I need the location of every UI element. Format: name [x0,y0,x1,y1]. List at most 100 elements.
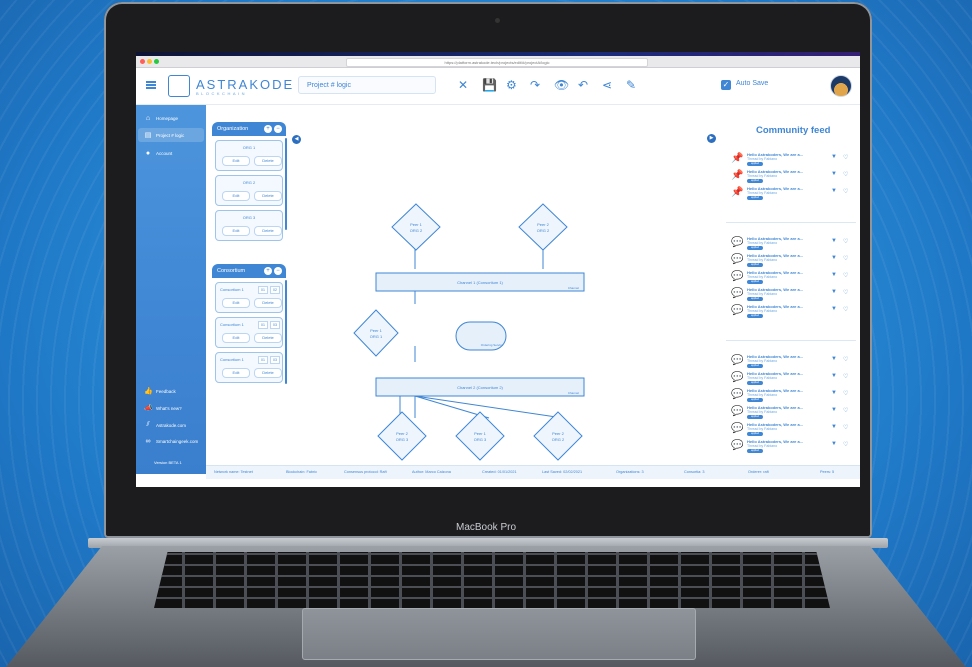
sidebar-item-feedback[interactable]: 👍 Feedback [144,387,176,395]
member-org-field[interactable]: 01 [258,356,268,364]
heart-icon[interactable]: ♡ [843,154,848,161]
heart-icon[interactable]: ♡ [843,238,848,245]
delete-button[interactable]: Delete [254,226,282,236]
feed-item[interactable]: 💬 Hello Astrakoders, We are a... Thread by… [731,353,851,371]
expand-down-icon[interactable]: ▼ [831,356,837,362]
channel-1-bar[interactable]: Channel 1 (Consortium 1) Channel [375,272,585,292]
network-diagram-canvas[interactable]: Peer 1 ORG 2 Peer 2 ORG 2 Channel 1 (Con… [296,114,716,464]
feed-item[interactable]: 💬 Hello Astrakoders, We are a... Thread by… [731,370,851,388]
sidebar-item-account[interactable]: ● Account [144,150,172,157]
sidebar-item-homepage[interactable]: ⌂ Homepage [144,115,178,122]
member-org-field[interactable]: 02 [270,286,280,294]
settings-gear-icon[interactable]: ⚙ [506,79,517,91]
minimize-dot[interactable] [147,59,152,64]
peer-node-top-left[interactable]: Peer 1 ORG 2 [391,203,441,251]
autosave-checkbox[interactable]: ✓ [721,80,731,90]
feed-item[interactable]: 💬 Hello Astrakoders, We are a... Thread by… [731,269,851,287]
expand-down-icon[interactable]: ▼ [831,255,837,261]
feed-item[interactable]: 📌 Hello Astrakoders, We are a... Thread by… [731,185,851,203]
sidebar-item-smartchaingeek[interactable]: ∞ Smartchaingeek.com [144,438,199,445]
expand-down-icon[interactable]: ▼ [831,188,837,194]
heart-icon[interactable]: ♡ [843,407,848,414]
member-org-field[interactable]: 03 [270,356,280,364]
edit-button[interactable]: Edit [222,191,250,201]
edit-button[interactable]: Edit [222,156,250,166]
delete-button[interactable]: Delete [254,333,282,343]
peer-node-bottom-1[interactable]: Peer 2 ORG 3 [377,411,427,461]
peer-node-mid-left[interactable]: Peer 1 ORG 1 [353,309,399,357]
feed-item[interactable]: 💬 Hello Astrakoders, We are a... Thread by… [731,421,851,439]
undo-icon[interactable]: ↶ [578,79,588,91]
close-icon[interactable]: ✕ [458,79,468,91]
preview-eye-icon[interactable]: 👁 [554,79,569,91]
expand-down-icon[interactable]: ▼ [831,390,837,396]
expand-down-icon[interactable]: ▼ [831,238,837,244]
heart-icon[interactable]: ♡ [843,356,848,363]
edit-button[interactable]: Edit [222,368,250,378]
peer-node-top-right[interactable]: Peer 2 ORG 2 [518,203,568,251]
member-org-field[interactable]: 01 [258,286,268,294]
heart-icon[interactable]: ♡ [843,255,848,262]
member-org-field[interactable]: 03 [270,321,280,329]
feed-item[interactable]: 💬 Hello Astrakoders, We are a... Thread by… [731,404,851,422]
heart-icon[interactable]: ♡ [843,390,848,397]
edit-button[interactable]: Edit [222,298,250,308]
sidebar-item-whats-new[interactable]: 📣 What's new? [144,404,182,412]
member-org-field[interactable]: 01 [258,321,268,329]
heart-icon[interactable]: ♡ [843,188,848,195]
delete-button[interactable]: Delete [254,368,282,378]
peer-node-bottom-2[interactable]: Peer 1 ORG 3 [455,411,505,461]
feed-item[interactable]: 💬 Hello Astrakoders, We are a... Thread by… [731,286,851,304]
remove-organization-icon[interactable]: − [274,125,282,133]
feed-item[interactable]: 💬 Hello Astrakoders, We are a... Thread by… [731,303,851,321]
delete-button[interactable]: Delete [254,191,282,201]
expand-down-icon[interactable]: ▼ [831,171,837,177]
organization-scrollbar[interactable] [285,138,287,230]
heart-icon[interactable]: ♡ [843,424,848,431]
edit-icon[interactable]: ✎ [626,79,636,91]
address-bar[interactable]: https://platform.astrakode.tech/projects… [346,58,648,67]
add-consortium-icon[interactable]: + [264,267,272,275]
redo-icon[interactable]: ↷ [530,79,540,91]
channel-2-bar[interactable]: Channel 2 (Consortium 2) Channel [375,377,585,397]
expand-down-icon[interactable]: ▼ [831,289,837,295]
expand-down-icon[interactable]: ▼ [831,373,837,379]
edit-button[interactable]: Edit [222,226,250,236]
expand-down-icon[interactable]: ▼ [831,272,837,278]
expand-down-icon[interactable]: ▼ [831,441,837,447]
heart-icon[interactable]: ♡ [843,272,848,279]
feed-item[interactable]: 💬 Hello Astrakoders, We are a... Thread by… [731,438,851,456]
ordering-service-node[interactable]: Ordering Service [455,321,507,351]
sidebar-item-astrakode[interactable]: ⫽ Astrakode.com [144,421,186,429]
delete-button[interactable]: Delete [254,156,282,166]
hamburger-menu-icon[interactable] [146,81,156,89]
project-name-input[interactable]: Project # logic [298,76,436,94]
user-avatar[interactable] [830,75,852,97]
heart-icon[interactable]: ♡ [843,289,848,296]
heart-icon[interactable]: ♡ [843,373,848,380]
feed-item[interactable]: 💬 Hello Astrakoders, We are a... Thread by… [731,235,851,253]
heart-icon[interactable]: ♡ [843,306,848,313]
save-icon[interactable]: 💾 [482,79,497,91]
remove-consortium-icon[interactable]: − [274,267,282,275]
delete-button[interactable]: Delete [254,298,282,308]
edit-button[interactable]: Edit [222,333,250,343]
feed-item[interactable]: 📌 Hello Astrakoders, We are a... Thread by… [731,151,851,169]
add-organization-icon[interactable]: + [264,125,272,133]
node-label: Peer 1 [370,328,383,333]
expand-down-icon[interactable]: ▼ [831,154,837,160]
feed-item[interactable]: 💬 Hello Astrakoders, We are a... Thread by… [731,252,851,270]
feed-item[interactable]: 💬 Hello Astrakoders, We are a... Thread by… [731,387,851,405]
feed-item[interactable]: 📌 Hello Astrakoders, We are a... Thread by… [731,168,851,186]
expand-down-icon[interactable]: ▼ [831,407,837,413]
zoom-dot[interactable] [154,59,159,64]
expand-down-icon[interactable]: ▼ [831,424,837,430]
heart-icon[interactable]: ♡ [843,441,848,448]
heart-icon[interactable]: ♡ [843,171,848,178]
close-dot[interactable] [140,59,145,64]
consortium-scrollbar[interactable] [285,280,287,384]
peer-node-bottom-3[interactable]: Peer 2 ORG 2 [533,411,583,461]
sidebar-item-project[interactable]: ▤ Project # logic [138,128,204,142]
expand-down-icon[interactable]: ▼ [831,306,837,312]
share-icon[interactable]: ⋖ [602,79,612,91]
